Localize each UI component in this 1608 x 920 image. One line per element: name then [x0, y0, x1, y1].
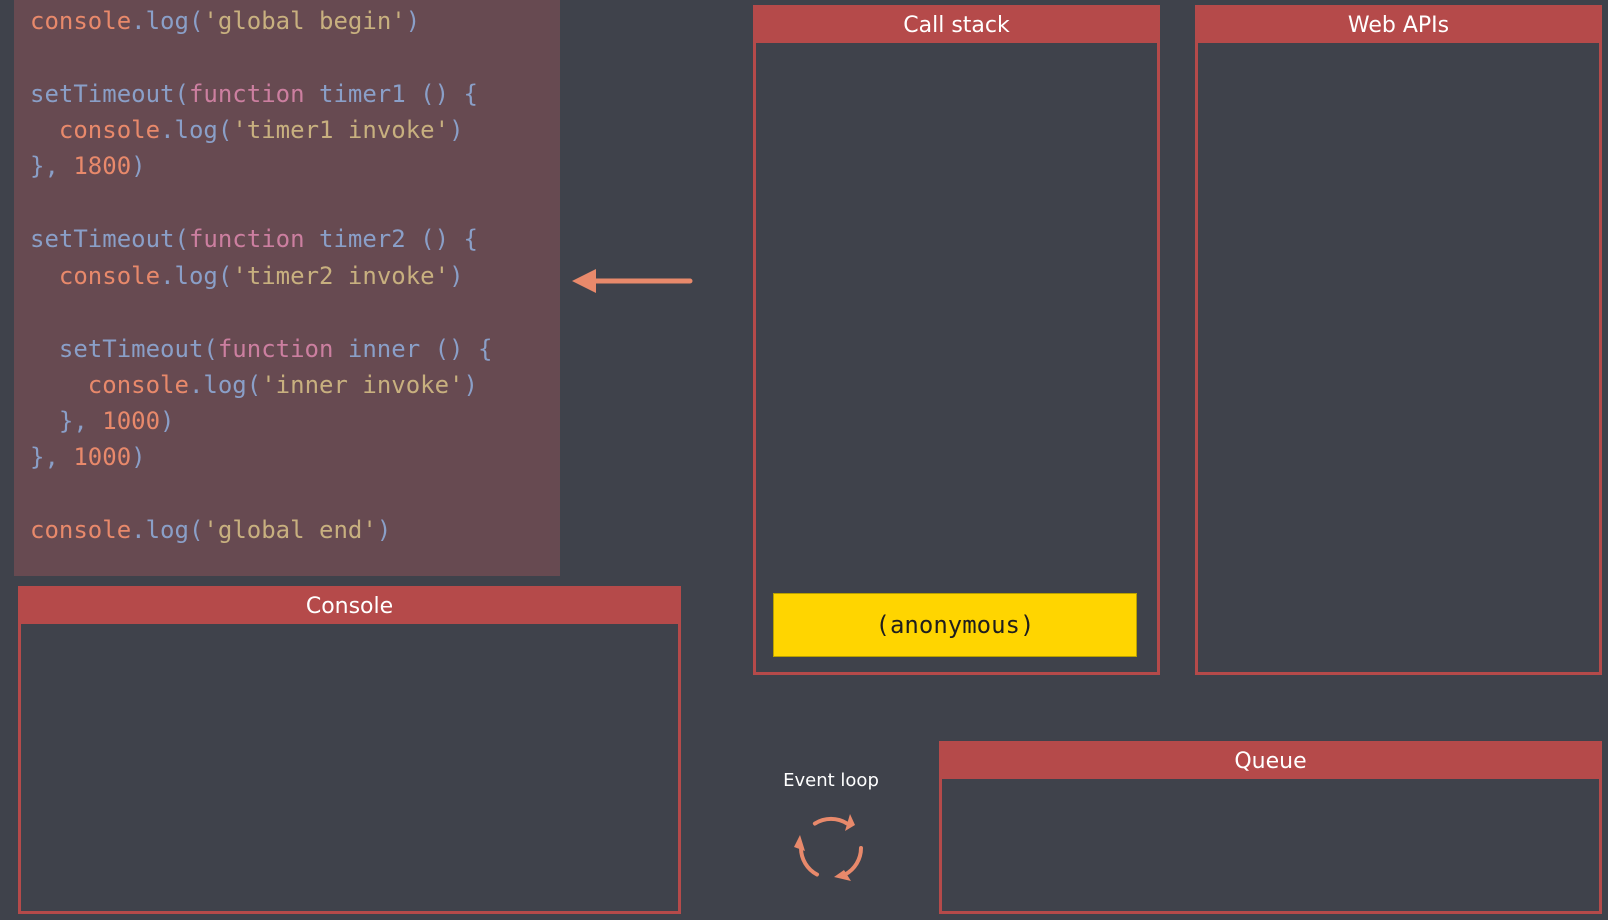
code-token: log: [174, 116, 218, 144]
code-token: (: [203, 335, 218, 363]
queue-panel: Queue: [939, 741, 1602, 914]
code-line: console.log('inner invoke'): [30, 370, 478, 400]
call-stack-panel: Call stack (anonymous): [753, 5, 1160, 675]
code-token: console: [30, 516, 132, 544]
code-token: },: [30, 443, 74, 471]
code-token: console: [30, 7, 132, 35]
code-token: },: [30, 407, 103, 435]
code-token: console: [58, 116, 161, 144]
code-token: (: [174, 80, 189, 108]
event-loop-label: Event loop: [783, 770, 879, 791]
code-token: (: [188, 7, 204, 35]
code-line: }, 1000): [30, 442, 146, 472]
code-line: console.log('global end'): [30, 515, 391, 545]
code-token: inner: [347, 335, 421, 363]
code-token: ): [463, 371, 478, 399]
code-line: console.log('global begin'): [30, 6, 420, 36]
code-token: function: [188, 225, 305, 253]
code-token: log: [145, 7, 189, 35]
code-token: ): [376, 516, 392, 544]
code-token: .: [131, 7, 146, 35]
code-token: function: [188, 80, 305, 108]
code-token: () {: [405, 80, 478, 108]
code-token: .: [131, 516, 146, 544]
code-token: 1800: [73, 152, 132, 180]
code-token: ): [160, 407, 175, 435]
code-panel: console.log('global begin') setTimeout(f…: [14, 0, 560, 576]
code-token: setTimeout: [30, 80, 175, 108]
code-token: ): [405, 7, 421, 35]
code-token: function: [217, 335, 334, 363]
code-token: setTimeout: [30, 225, 175, 253]
code-token: timer1: [319, 80, 406, 108]
code-token: (: [188, 516, 204, 544]
web-apis-title: Web APIs: [1198, 8, 1599, 43]
code-line: console.log('timer2 invoke'): [30, 261, 464, 291]
code-token: ): [449, 116, 464, 144]
code-token: timer2: [319, 225, 406, 253]
arrow-left-icon: [572, 269, 693, 293]
code-token: 'inner invoke': [261, 371, 464, 399]
code-token: (: [217, 262, 233, 290]
code-token: .: [160, 116, 175, 144]
stack-frame: (anonymous): [773, 593, 1137, 657]
code-line: setTimeout(function timer1 () {: [30, 79, 478, 109]
console-panel: Console: [18, 586, 681, 914]
code-token: 1000: [73, 443, 132, 471]
queue-title: Queue: [942, 744, 1599, 779]
code-token: (: [246, 371, 262, 399]
code-token: log: [145, 516, 189, 544]
code-token: ): [449, 262, 464, 290]
code-line: console.log('timer1 invoke'): [30, 115, 464, 145]
console-title: Console: [21, 589, 678, 624]
code-token: 'timer2 invoke': [232, 262, 450, 290]
code-token: ): [131, 152, 146, 180]
code-token: },: [30, 152, 74, 180]
code-line: setTimeout(function inner () {: [30, 334, 493, 364]
code-token: () {: [405, 225, 478, 253]
code-token: (: [174, 225, 189, 253]
code-token: 'timer1 invoke': [232, 116, 450, 144]
code-token: log: [203, 371, 247, 399]
code-line: }, 1800): [30, 151, 146, 181]
refresh-cycle-icon: [794, 814, 863, 881]
call-stack-title: Call stack: [756, 8, 1157, 43]
code-token: console: [87, 371, 189, 399]
code-token: setTimeout: [58, 335, 204, 363]
web-apis-panel: Web APIs: [1195, 5, 1602, 675]
code-token: 1000: [102, 407, 161, 435]
code-token: console: [58, 262, 161, 290]
code-token: (: [217, 116, 233, 144]
code-token: 'global end': [203, 516, 377, 544]
code-token: () {: [420, 335, 493, 363]
code-token: .: [160, 262, 175, 290]
code-line: setTimeout(function timer2 () {: [30, 224, 478, 254]
code-token: log: [174, 262, 218, 290]
code-token: .: [188, 371, 204, 399]
code-token: 'global begin': [203, 7, 406, 35]
code-token: ): [131, 443, 146, 471]
code-line: }, 1000): [30, 406, 175, 436]
